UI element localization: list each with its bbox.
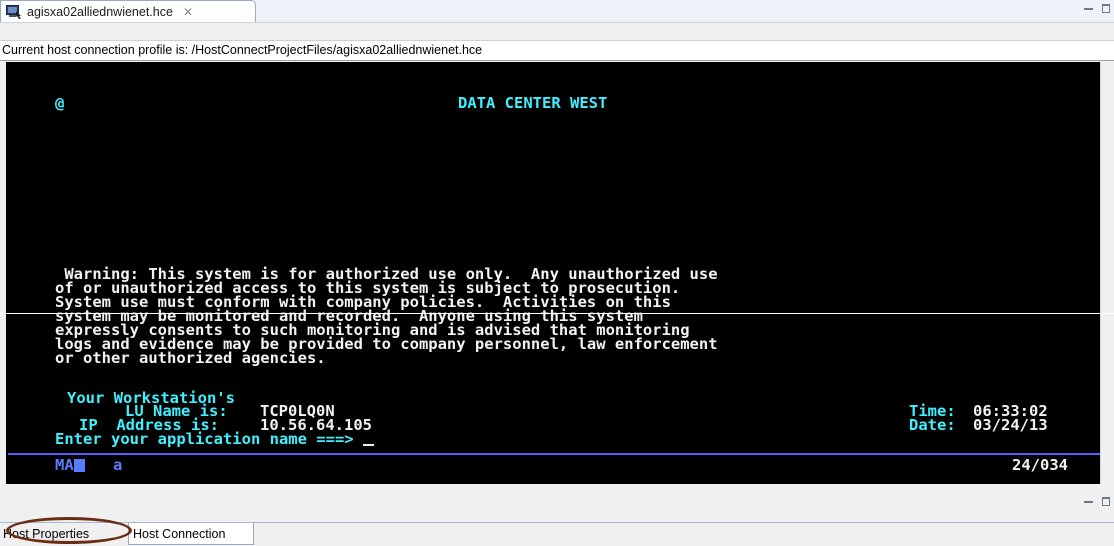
tab-host-connection[interactable]: Host Connection [128, 523, 254, 545]
bottom-panel-area [0, 486, 1114, 516]
application-prompt: Enter your application name ===> [55, 430, 374, 448]
minimize-icon[interactable] [1084, 501, 1093, 503]
overlay-line [0, 313, 1114, 314]
editor-tab-bar: agisxa02alliednwienet.hce ✕ [0, 0, 1114, 23]
close-icon[interactable]: ✕ [183, 5, 193, 19]
annotation-oval [6, 517, 132, 544]
bottom-tab-bar: Host Properties Host Connection [0, 522, 1114, 546]
terminal-screen[interactable]: @ DATA CENTER WEST Warning: This system … [6, 62, 1100, 484]
application-prompt-text: Enter your application name ===> [55, 430, 354, 448]
host-connect-window: agisxa02alliednwienet.hce ✕ Current host… [0, 0, 1114, 546]
oia-a: a [113, 456, 123, 474]
editor-tab-title: agisxa02alliednwienet.hce [27, 4, 173, 19]
editor-tab[interactable]: agisxa02alliednwienet.hce ✕ [0, 0, 256, 22]
oia-block [73, 459, 85, 472]
maximize-icon[interactable] [1102, 4, 1110, 13]
oia-ma: MA [55, 456, 74, 474]
minimize-icon[interactable] [1084, 8, 1093, 10]
date-label: Date: [909, 416, 956, 434]
terminal-icon [6, 4, 22, 19]
terminal-banner: DATA CENTER WEST [458, 94, 608, 112]
terminal-at-sign: @ [55, 94, 65, 112]
oia-status: MA [55, 456, 85, 474]
status-separator [8, 453, 1100, 455]
connection-profile-label: Current host connection profile is: /Hos… [0, 40, 1114, 61]
warning-line: or other authorized agencies. [55, 349, 326, 367]
vertical-scrollbar[interactable] [1100, 62, 1114, 484]
input-cursor[interactable] [362, 444, 374, 446]
date-value: 03/24/13 [973, 416, 1048, 434]
cursor-position: 24/034 [1012, 456, 1068, 474]
maximize-icon[interactable] [1102, 497, 1110, 506]
